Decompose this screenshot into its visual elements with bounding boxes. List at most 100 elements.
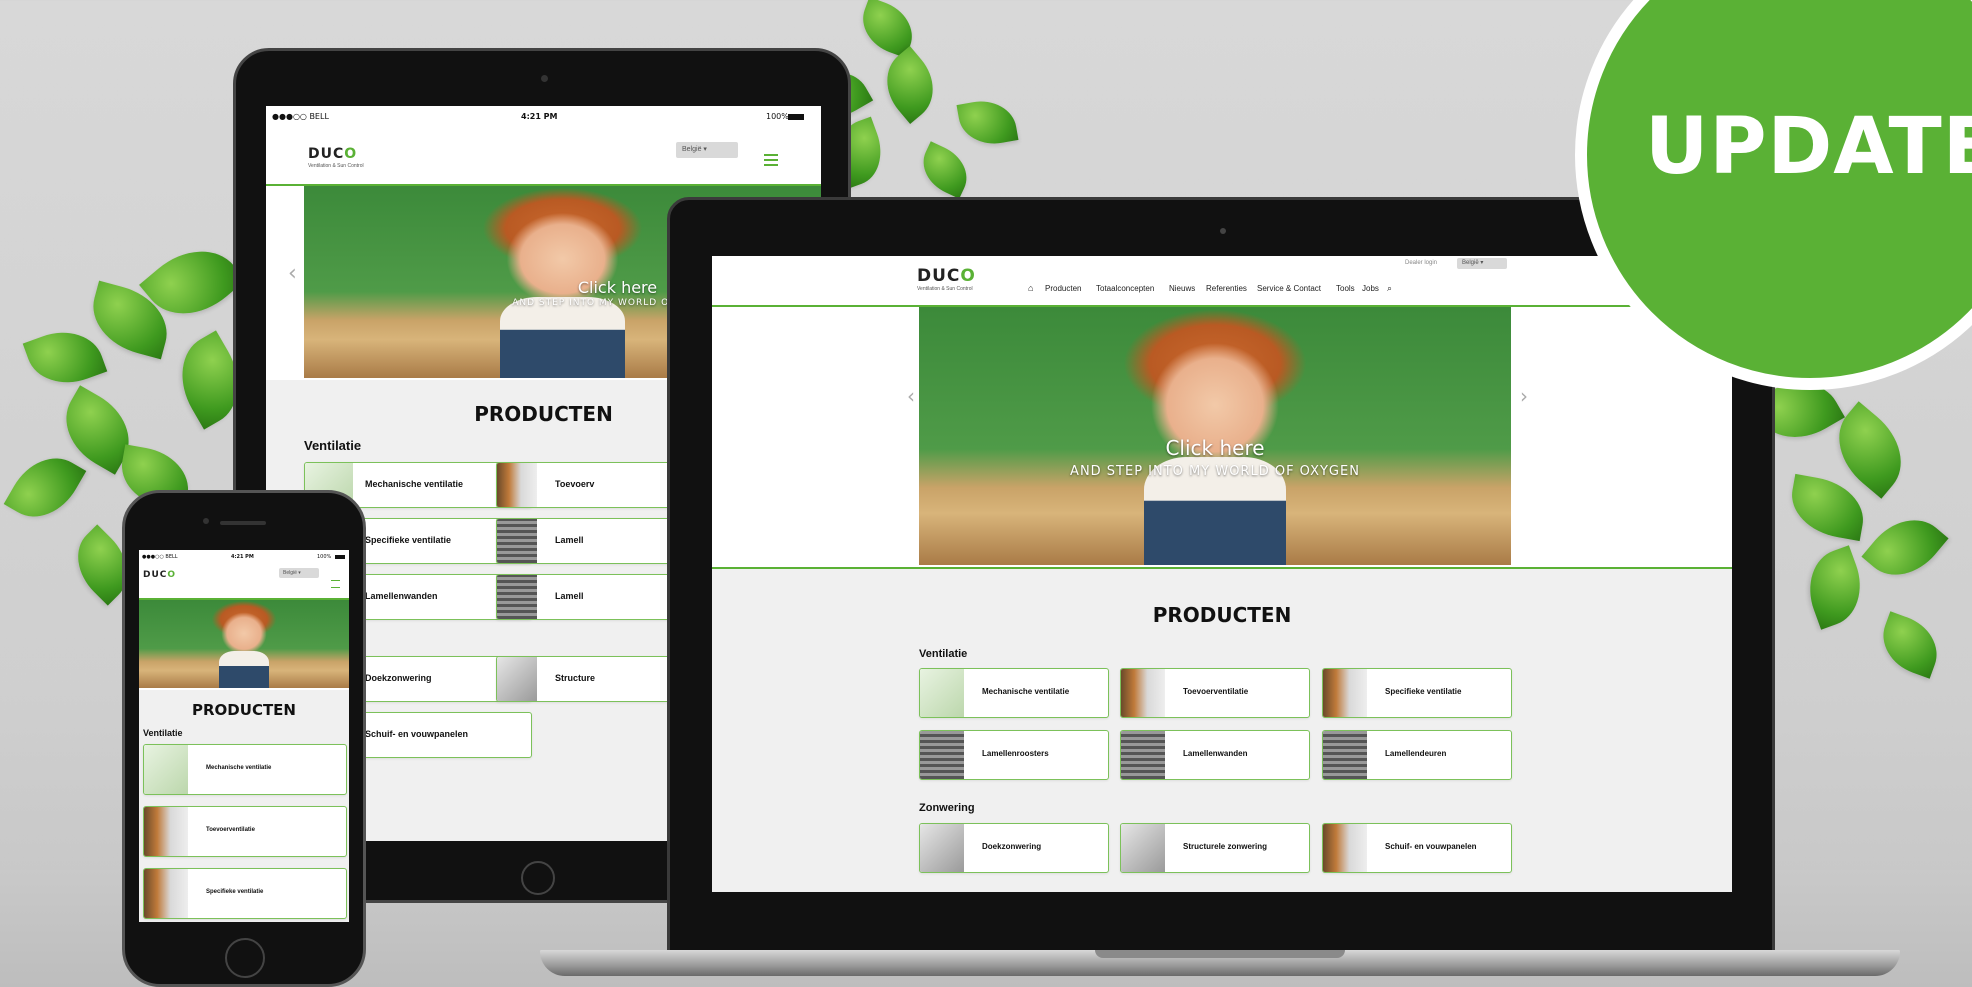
hero-title[interactable]: Click here <box>919 436 1511 460</box>
group-heading-ventilatie: Ventilatie <box>919 648 968 660</box>
products-section: PRODUCTEN Ventilatie Mechanische ventila… <box>712 569 1732 892</box>
search-icon[interactable]: ⌕ <box>1387 283 1392 294</box>
group-heading-zonwering: Zonwering <box>919 802 975 814</box>
product-thumbnail <box>1121 669 1165 717</box>
battery-icon <box>788 114 804 120</box>
product-card[interactable]: Specifieke ventilatie <box>1322 668 1512 718</box>
logo-tagline: Ventilation & Sun Control <box>308 163 364 169</box>
product-label: Structure <box>555 673 596 683</box>
product-label: Specifieke ventilatie <box>1385 687 1462 696</box>
hero-subtitle: AND STEP INTO MY WORLD OF OXYGEN <box>1070 464 1360 479</box>
phone-home-button[interactable] <box>225 938 265 978</box>
tablet-home-button[interactable] <box>521 861 555 895</box>
home-icon[interactable]: ⌂ <box>1028 283 1033 293</box>
nav-item-jobs[interactable]: Jobs <box>1362 284 1379 293</box>
product-card[interactable]: Schuif- en vouwpanelen <box>1322 823 1512 873</box>
product-thumbnail <box>497 575 537 619</box>
country-select[interactable]: België ▾ <box>1457 258 1507 269</box>
product-thumbnail <box>1121 731 1165 779</box>
product-thumbnail <box>1323 731 1367 779</box>
product-card[interactable]: Specifieke ventilatie <box>143 868 347 919</box>
group-heading-ventilatie: Ventilatie <box>304 438 362 453</box>
products-section: PRODUCTEN Ventilatie Mechanische ventila… <box>139 690 349 922</box>
hero-banner[interactable]: Click here AND STEP INTO MY WORLD OF OXY… <box>919 307 1511 565</box>
site-header: DUCO Ventilation & Sun Control België ▾ <box>266 130 821 186</box>
nav-item-service-contact[interactable]: Service & Contact <box>1257 284 1321 293</box>
product-label: Structurele zonwering <box>1183 842 1268 851</box>
product-thumbnail <box>497 657 537 701</box>
product-label: Lamell <box>555 591 584 601</box>
product-label: Doekzonwering <box>982 842 1042 851</box>
nav-item-referenties[interactable]: Referenties <box>1206 284 1247 293</box>
product-thumbnail <box>920 824 964 872</box>
nav-item-totaalconcepten[interactable]: Totaalconcepten <box>1096 284 1154 293</box>
hamburger-menu-icon[interactable] <box>331 580 340 588</box>
country-select[interactable]: België ▾ <box>676 142 738 158</box>
product-label: Toevoerv <box>555 479 595 489</box>
carousel-prev-arrow[interactable]: ‹ <box>288 261 297 286</box>
laptop-camera <box>1220 228 1226 234</box>
logo-tagline: Ventilation & Sun Control <box>917 286 973 292</box>
product-label: Mechanische ventilatie <box>365 479 464 489</box>
product-label: Lamellenroosters <box>982 749 1049 758</box>
product-label: Schuif- en vouwpanelen <box>365 729 469 739</box>
nav-item-producten[interactable]: Producten <box>1045 284 1081 293</box>
product-label: Doekzonwering <box>365 673 432 683</box>
product-label: Lamellenwanden <box>1183 749 1248 758</box>
product-label: Toevoerventilatie <box>1183 687 1249 696</box>
product-label: Lamellenwanden <box>365 591 438 601</box>
product-thumbnail <box>1323 824 1367 872</box>
hero-image-child <box>218 651 270 688</box>
phone-device: ●●●○○ BELL 4:21 PM 100% DUCO België ▾ PR… <box>122 490 366 987</box>
nav-item-nieuws[interactable]: Nieuws <box>1169 284 1195 293</box>
product-card[interactable]: Mechanische ventilatie <box>143 744 347 795</box>
battery-text: 100% <box>317 554 332 560</box>
product-card[interactable]: Lamellendeuren <box>1322 730 1512 780</box>
product-thumbnail <box>144 807 188 856</box>
battery-icon <box>335 555 345 559</box>
product-label: Toevoerventilatie <box>206 827 255 833</box>
site-header: DUCO Ventilation & Sun Control Dealer lo… <box>712 256 1732 307</box>
product-label: Specifieke ventilatie <box>206 889 264 895</box>
tablet-camera <box>541 75 548 82</box>
hero-banner[interactable] <box>139 600 349 688</box>
clock-text: 4:21 PM <box>521 112 558 121</box>
section-title: PRODUCTEN <box>192 701 296 719</box>
clock-text: 4:21 PM <box>231 554 254 560</box>
product-thumbnail <box>497 463 537 507</box>
product-thumbnail <box>144 869 188 918</box>
battery-text: 100% <box>766 112 789 121</box>
product-card[interactable]: Lamellenwanden <box>1120 730 1310 780</box>
product-thumbnail <box>920 731 964 779</box>
duco-logo[interactable]: DUCO <box>143 570 176 580</box>
update-badge-text: UPDATE ! <box>1645 102 1972 192</box>
nav-item-tools[interactable]: Tools <box>1336 284 1355 293</box>
product-card[interactable]: Toevoerventilatie <box>143 806 347 857</box>
product-card[interactable]: Mechanische ventilatie <box>919 668 1109 718</box>
phone-speaker <box>220 521 266 525</box>
carousel-prev-arrow[interactable]: ‹ <box>907 384 915 408</box>
product-card[interactable]: Toevoerventilatie <box>1120 668 1310 718</box>
country-select[interactable]: België ▾ <box>279 568 319 578</box>
product-card[interactable]: Structurele zonwering <box>1120 823 1310 873</box>
phone-camera <box>203 518 209 524</box>
product-card[interactable]: Lamellenroosters <box>919 730 1109 780</box>
product-label: Lamell <box>555 535 584 545</box>
section-title: PRODUCTEN <box>1152 603 1292 627</box>
carrier-text: ●●●○○ BELL <box>142 554 178 560</box>
product-label: Lamellendeuren <box>1385 749 1447 758</box>
product-label: Schuif- en vouwpanelen <box>1385 842 1477 851</box>
product-card[interactable]: Doekzonwering <box>919 823 1109 873</box>
duco-logo[interactable]: DUCO <box>308 146 357 162</box>
hamburger-menu-icon[interactable] <box>764 154 778 166</box>
laptop-device: DUCO Ventilation & Sun Control Dealer lo… <box>667 197 1775 955</box>
dealer-login-link[interactable]: Dealer login <box>1405 260 1437 266</box>
carousel-next-arrow[interactable]: › <box>1520 384 1528 408</box>
duco-logo[interactable]: DUCO <box>917 266 976 286</box>
laptop-hinge-notch <box>1095 950 1345 958</box>
laptop-screen: DUCO Ventilation & Sun Control Dealer lo… <box>712 256 1732 892</box>
product-thumbnail <box>497 519 537 563</box>
status-bar: ●●●○○ BELL 4:21 PM 100% <box>266 112 821 126</box>
site-header: DUCO België ▾ <box>139 562 349 600</box>
product-label: Mechanische ventilatie <box>206 765 272 771</box>
